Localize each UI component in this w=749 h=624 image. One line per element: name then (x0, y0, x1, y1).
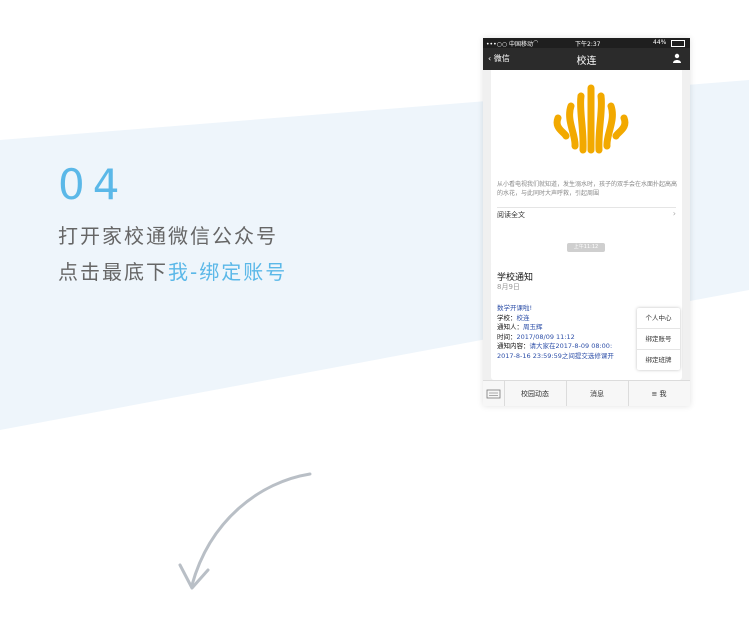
menu-item-bind-account[interactable]: 绑定账号 (637, 329, 680, 350)
wechat-navbar: ‹ 微信 校连 (483, 48, 690, 70)
content-value-line2: 2017-8-16 23:59:59之间提交选修课开 (497, 351, 614, 360)
step-number: 04 (58, 160, 128, 209)
phone-screenshot: •••○○ 中国移动 ◠ 下午2:37 44% ‹ 微信 校连 从小看电视我们就… (483, 38, 690, 406)
menu-item-personal-center[interactable]: 个人中心 (637, 308, 680, 329)
notice-date: 8月9日 (497, 283, 520, 291)
curved-arrow-icon (178, 472, 312, 590)
chat-title: 校连 (576, 56, 597, 67)
user-icon[interactable] (672, 53, 682, 63)
school-label: 学校： (497, 313, 517, 322)
notifier-value: 周玉辉 (523, 323, 543, 331)
read-all-link[interactable]: 阅读全文 (497, 210, 525, 220)
notifier-label: 通知人： (497, 323, 523, 331)
time-value: 2017/08/09 11:12 (516, 332, 575, 341)
step-instruction-line2: 点击最底下我-绑定账号 (58, 256, 287, 285)
battery-icon (671, 40, 685, 47)
xiaolian-logo-icon (553, 84, 629, 154)
wifi-icon: ◠ (533, 39, 539, 46)
step-instruction-highlight: 我-绑定账号 (168, 260, 288, 284)
battery-label: 44% (653, 39, 667, 46)
content-label: 通知内容： (497, 342, 530, 350)
status-bar: •••○○ 中国移动 ◠ 下午2:37 44% (483, 38, 690, 48)
chevron-right-icon: › (672, 209, 676, 218)
message-timestamp: 上午11:12 (567, 243, 605, 252)
content-value-line1: 请大家在2017-8-09 08:00: (529, 342, 613, 350)
divider (497, 207, 676, 208)
keyboard-icon[interactable] (483, 381, 505, 406)
article-card[interactable]: 从小看电视我们就知道，发生溺水时，孩子的双手会在水面扑起高高的水花，与此同时大声… (491, 70, 682, 266)
tab-campus-news[interactable]: 校园动态 (504, 381, 567, 406)
article-description: 从小看电视我们就知道，发生溺水时，孩子的双手会在水面扑起高高的水花，与此同时大声… (497, 181, 678, 197)
status-time: 下午2:37 (575, 41, 601, 48)
time-label: 时间： (497, 332, 517, 341)
notice-headline: 数学开课啦! (497, 304, 533, 312)
step-instruction-prefix: 点击最底下 (58, 260, 168, 284)
tab-messages[interactable]: 消息 (566, 381, 629, 406)
tab-me[interactable]: ≡ 我 (628, 381, 690, 406)
school-value: 校连 (516, 313, 530, 322)
me-popup-menu: 个人中心 绑定账号 绑定班牌 (637, 308, 680, 370)
step-instruction-line1: 打开家校通微信公众号 (58, 224, 278, 248)
notice-body: 数学开课啦! 学校：校连 通知人：周玉辉 时间：2017/08/09 11:12… (497, 304, 614, 361)
menu-item-bind-class-card[interactable]: 绑定班牌 (637, 350, 680, 370)
carrier-label: •••○○ 中国移动 (486, 41, 533, 48)
bottom-menu-bar: 校园动态 消息 ≡ 我 (483, 380, 690, 406)
